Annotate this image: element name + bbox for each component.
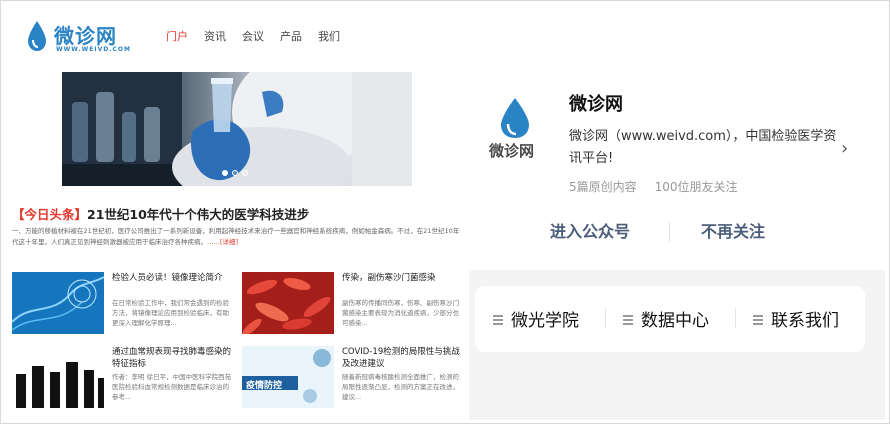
carousel-dot[interactable] [232,170,238,176]
lab-photo-illustration [62,72,412,186]
menu-item-label: 联系我们 [771,311,839,331]
menu-item-label: 微光学院 [511,311,579,331]
menu-item-contact[interactable]: 联系我们 [753,306,839,331]
news-thumbnail: 疫情防控 [242,346,334,408]
menu-icon [493,314,503,325]
account-name: 微诊网 [569,94,623,115]
water-drop-icon [28,21,46,51]
account-panel: 微诊网 微诊网 微诊网（www.weivd.com），中国检验医学资讯平台! ›… [469,4,885,420]
account-menu: 微光学院 数据中心 联系我们 [475,286,865,352]
hero-carousel-image[interactable] [62,72,412,186]
news-thumbnail [242,272,334,334]
account-card: 微诊网 微诊网 微诊网（www.weivd.com），中国检验医学资讯平台! ›… [469,4,885,270]
account-stats: 5篇原创内容 100位朋友关注 [569,178,738,195]
news-item[interactable]: 疫情防控 COVID-19检测的局限性与挑战及改进建议 随着新冠病毒核酸检测全面… [242,346,464,410]
headline-summary: 一、万能的移植材料被在21世纪初，医疗公司推出了一系列新设备，利用起神经技术来治… [12,226,460,248]
enter-account-button[interactable]: 进入公众号 [550,218,630,242]
headline-title: 21世纪10年代十个伟大的医学科技进步 [87,207,310,222]
nav-item-portal[interactable]: 门户 [166,28,188,44]
news-desc: 在日常检验工作中，我们常会遇到的检验方法，将镜像理论应用到检验临床，有助更深入理… [112,299,229,327]
news-title: 检验人员必读！镜像理论简介 [112,273,223,283]
news-title: COVID-19检测的局限性与挑战及改进建议 [342,347,460,369]
menu-item-academy[interactable]: 微光学院 [493,306,579,331]
divider [669,222,670,242]
menu-item-label: 数据中心 [641,311,709,331]
followers-count: 100位朋友关注 [654,180,738,194]
original-count: 5篇原创内容 [569,180,637,194]
nav-item-products[interactable]: 产品 [280,28,302,44]
headline-tag: 【今日头条】 [12,207,88,222]
account-description: 微诊网（www.weivd.com），中国检验医学资讯平台! [569,129,837,166]
menu-item-data-center[interactable]: 数据中心 [623,306,709,331]
site-nav: 门户 资讯 会议 产品 我们 [166,28,340,44]
menu-icon [623,314,633,325]
news-title: 传染，副伤寒沙门菌感染 [342,273,436,283]
read-more-link[interactable]: ……[详细] [207,238,238,246]
news-thumbnail [12,346,104,408]
news-title: 通过血常规表现寻找肺毒感染的特征指标 [112,347,232,369]
nav-item-meetings[interactable]: 会议 [242,28,264,44]
nav-item-about[interactable]: 我们 [318,28,340,44]
carousel-dot[interactable] [222,170,228,176]
menu-divider [735,308,736,328]
news-desc: 作者：李明 徐日平，中国中医科学院西苑医院检验科血常规检测数据是临床诊治的参考.… [112,373,232,401]
news-desc: 副伤寒的传播同伤寒，伤寒、副伤寒沙门菌感染主要表现为消化道疾病，少部分也可感染.… [342,299,459,327]
avatar-text: 微诊网 [489,142,535,160]
news-thumbnail [12,272,104,334]
hero-badge-text: 疫情防控 [246,381,283,391]
news-item[interactable]: 传染，副伤寒沙门菌感染 副伤寒的传播同伤寒，伤寒、副伤寒沙门菌感染主要表现为消化… [242,272,464,336]
nav-item-news[interactable]: 资讯 [204,28,226,44]
news-item[interactable]: 通过血常规表现寻找肺毒感染的特征指标 作者：李明 徐日平，中国中医科学院西苑医院… [12,346,234,410]
account-avatar[interactable]: 微诊网 [489,96,541,160]
site-logo[interactable]: 微诊网 WWW.WEIVD.COM [26,18,136,58]
carousel-indicator[interactable] [222,170,248,176]
carousel-dot[interactable] [242,170,248,176]
menu-icon [753,314,763,325]
logo-subtext: WWW.WEIVD.COM [56,46,131,53]
unfollow-button[interactable]: 不再关注 [701,218,765,242]
chevron-right-icon[interactable]: › [841,138,848,159]
website-preview: 微诊网 WWW.WEIVD.COM 门户 资讯 会议 产品 我们 【今日头条】2… [4,4,462,420]
news-desc: 随着新冠病毒核酸检测全面推广，检测的局限性逐渐凸显，检测的方案正在改进，建议..… [342,373,459,401]
logo-text: 微诊网 [54,24,117,48]
news-item[interactable]: 检验人员必读！镜像理论简介 在日常检验工作中，我们常会遇到的检验方法，将镜像理论… [12,272,234,336]
headline[interactable]: 【今日头条】21世纪10年代十个伟大的医学科技进步 [12,204,309,223]
menu-divider [605,308,606,328]
account-actions: 进入公众号 不再关注 [469,218,885,254]
